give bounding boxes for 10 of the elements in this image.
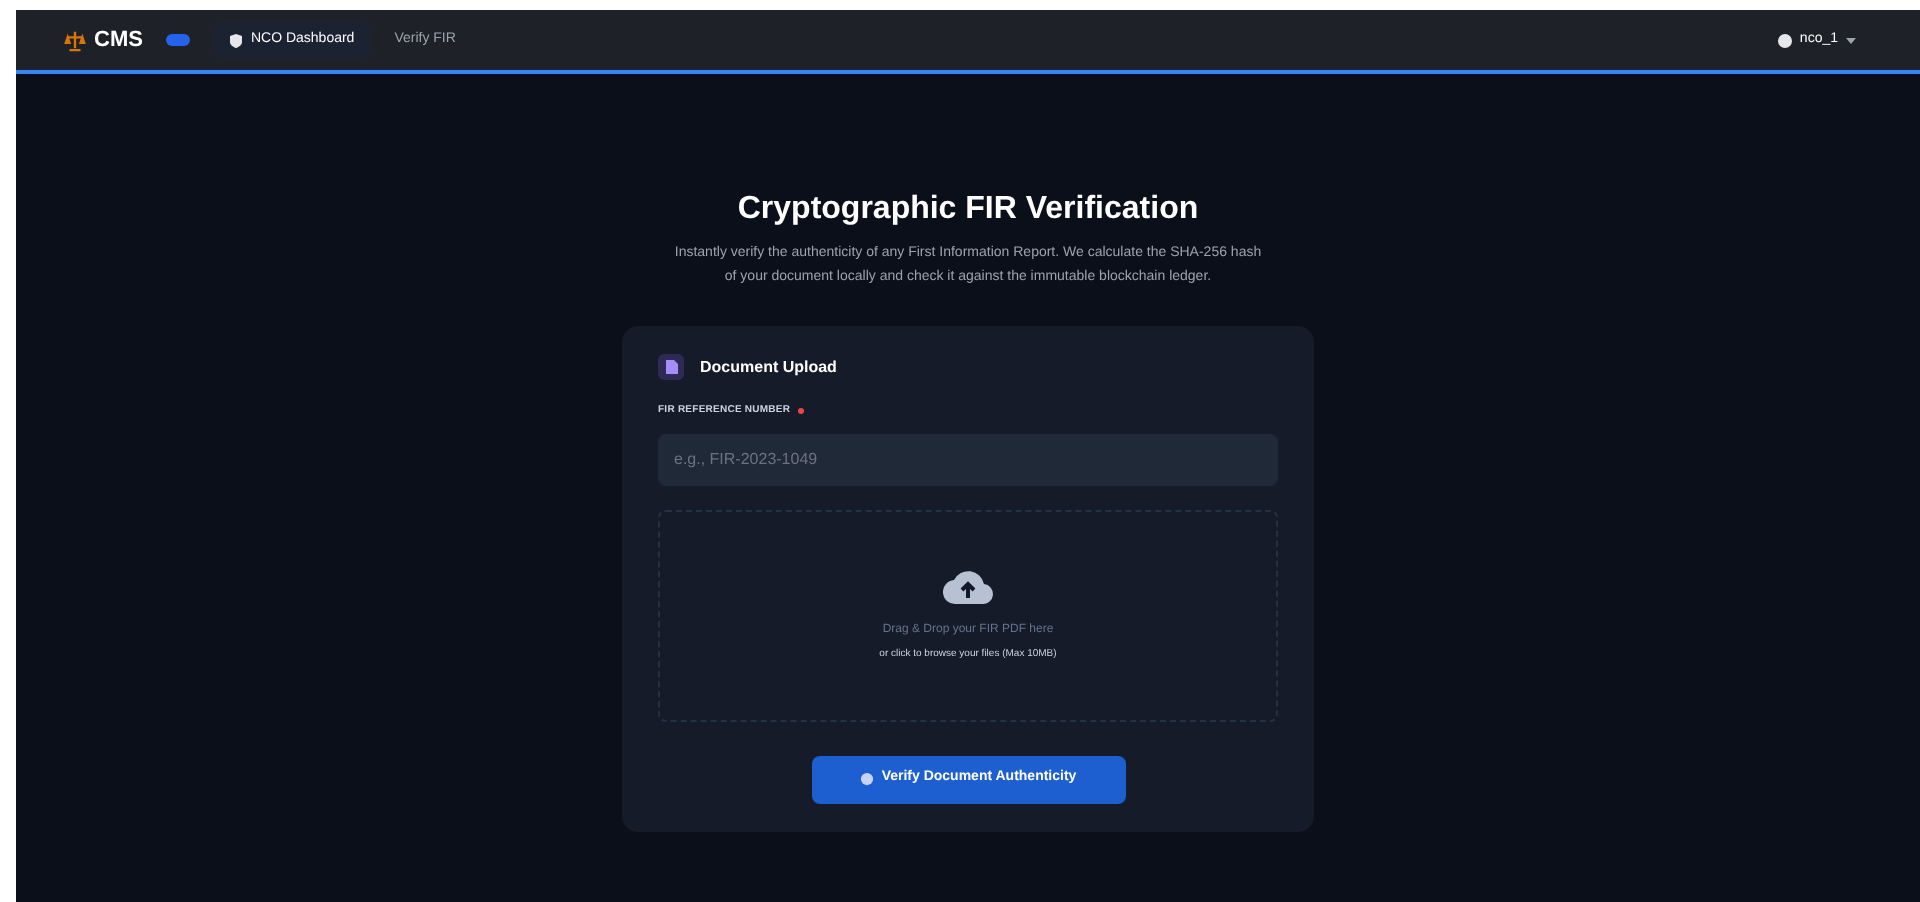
document-icon bbox=[658, 354, 684, 380]
cloud-upload-icon bbox=[942, 567, 994, 606]
fir-number-field[interactable]: e.g., FIR-2023-1049 bbox=[658, 433, 1278, 485]
user-icon bbox=[1777, 33, 1792, 47]
caret-icon bbox=[1846, 37, 1856, 43]
brand-name: CMS bbox=[94, 25, 143, 56]
card-title: Document Upload bbox=[700, 355, 837, 379]
scales-icon bbox=[64, 29, 86, 51]
page-title: Cryptographic FIR Verification bbox=[737, 190, 1199, 230]
status-badge bbox=[166, 34, 191, 46]
